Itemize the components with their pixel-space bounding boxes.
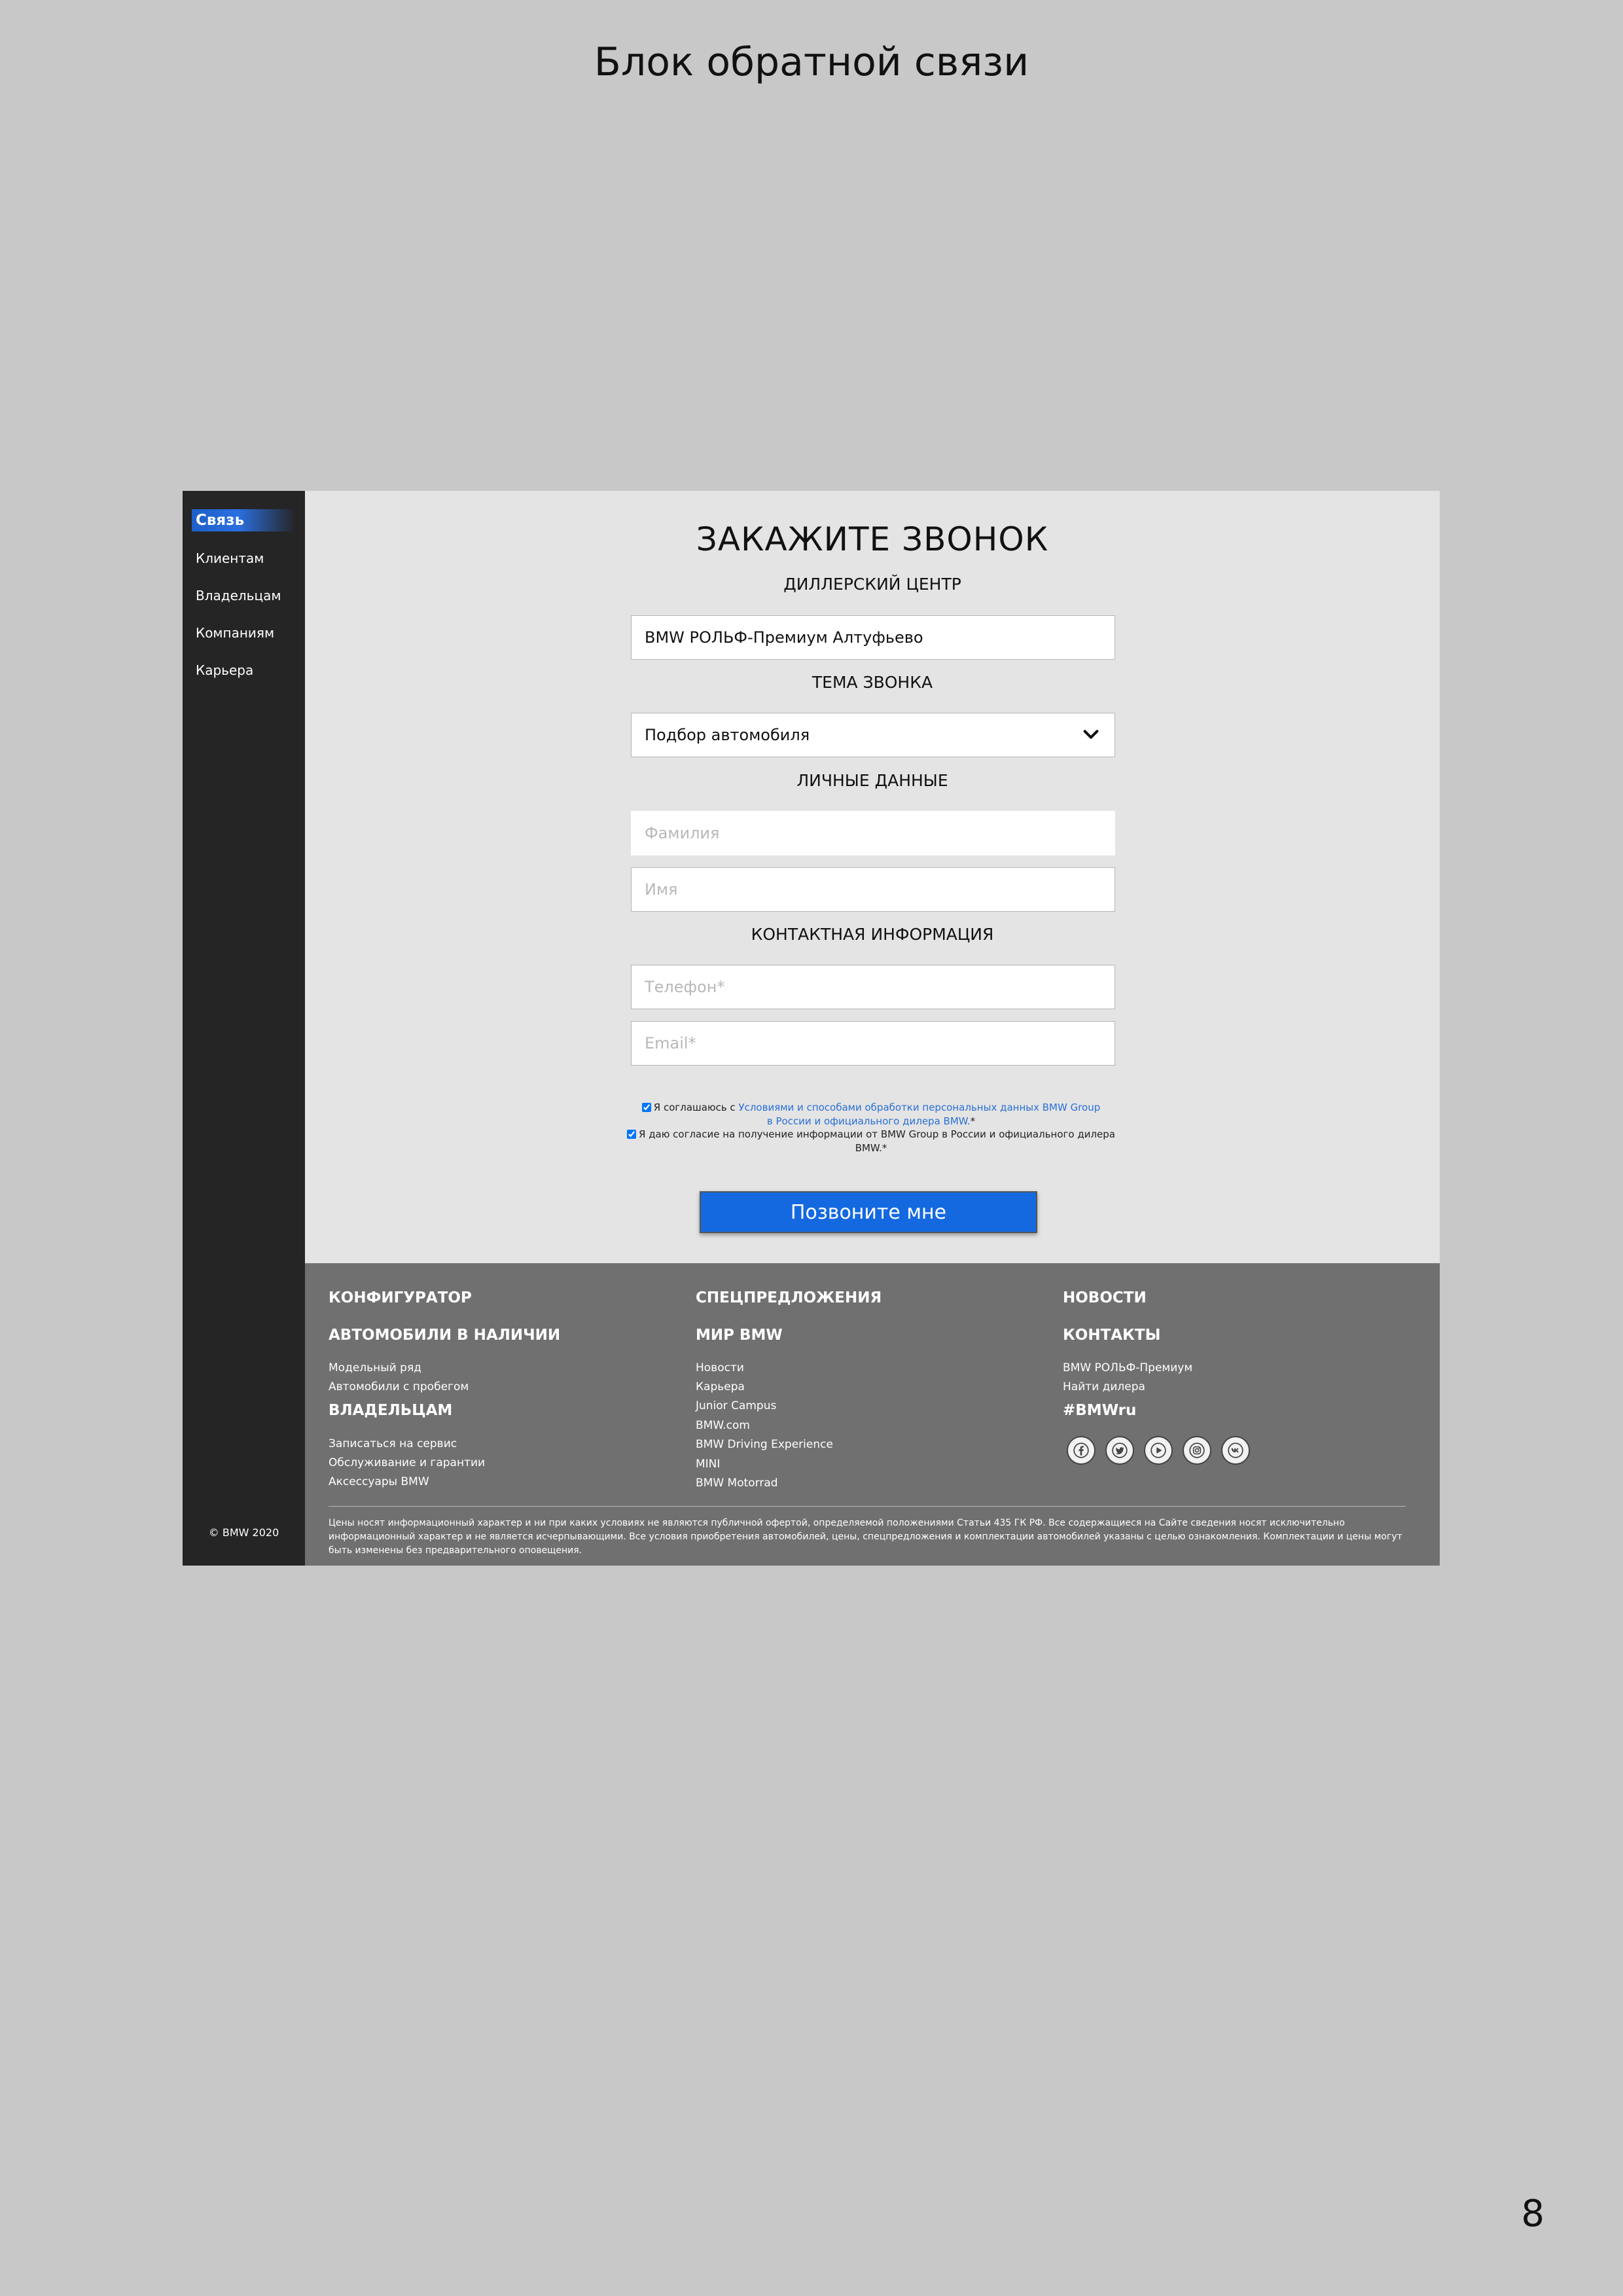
- footer-link-junior-campus[interactable]: Junior Campus: [696, 1399, 776, 1412]
- footer-link-news[interactable]: Новости: [696, 1361, 744, 1374]
- footer-bmw-world[interactable]: МИР BMW: [696, 1327, 783, 1344]
- consent1-suffix: *: [970, 1115, 976, 1127]
- twitter-icon[interactable]: [1105, 1436, 1134, 1465]
- name-input[interactable]: [631, 867, 1115, 912]
- instagram-icon[interactable]: [1183, 1436, 1211, 1465]
- footer-link-service-booking[interactable]: Записаться на сервис: [329, 1437, 457, 1450]
- footer-link-maintenance[interactable]: Обслуживание и гарантии: [329, 1456, 485, 1469]
- footer-link-bmw-com[interactable]: BMW.com: [696, 1419, 750, 1432]
- facebook-icon[interactable]: [1067, 1436, 1096, 1465]
- footer-link-driving-experience[interactable]: BMW Driving Experience: [696, 1438, 833, 1451]
- sidebar-item-companies[interactable]: Компаниям: [196, 623, 274, 643]
- footer-configurator[interactable]: КОНФИГУРАТОР: [329, 1289, 472, 1306]
- sidebar-item-contact-active[interactable]: Связь: [192, 509, 295, 531]
- footer-news[interactable]: НОВОСТИ: [1063, 1289, 1147, 1306]
- footer-link-dealer-rolf[interactable]: BMW РОЛЬФ-Премиум: [1063, 1361, 1192, 1374]
- sidebar: Связь Клиентам Владельцам Компаниям Карь…: [183, 491, 305, 1566]
- consent1-prefix: Я соглашаюсь с: [653, 1102, 739, 1113]
- consent2-text: Я даю согласие на получение информации о…: [639, 1128, 1115, 1140]
- footer-special-offers[interactable]: СПЕЦПРЕДЛОЖЕНИЯ: [696, 1289, 882, 1306]
- document-title: Блок обратной связи: [594, 39, 1029, 85]
- topic-select[interactable]: Подбор автомобиля: [631, 713, 1115, 757]
- topic-select-value: Подбор автомобиля: [645, 726, 810, 744]
- consent1-terms-link-cont[interactable]: в России и официального дилера BMW.: [767, 1115, 971, 1127]
- footer-link-find-dealer[interactable]: Найти дилера: [1063, 1380, 1145, 1393]
- footer-contacts[interactable]: КОНТАКТЫ: [1063, 1327, 1160, 1344]
- call-me-button[interactable]: Позвоните мне: [700, 1191, 1037, 1233]
- email-input[interactable]: [631, 1021, 1115, 1066]
- consent1-terms-link[interactable]: Условиями и способами обработки персонал…: [738, 1102, 1100, 1113]
- consent-personal-data: Я соглашаюсь с Условиями и способами обр…: [619, 1101, 1123, 1128]
- footer-disclaimer: Цены носят информационный характер и ни …: [329, 1518, 1402, 1556]
- callback-form: ЗАКАЖИТЕ ЗВОНОК ДИЛЛЕРСКИЙ ЦЕНТР BMW РОЛ…: [305, 491, 1440, 1263]
- footer-link-model-range[interactable]: Модельный ряд: [329, 1361, 421, 1374]
- phone-input[interactable]: [631, 965, 1115, 1009]
- dealer-label: ДИЛЛЕРСКИЙ ЦЕНТР: [783, 575, 961, 594]
- site-footer: КОНФИГУРАТОР АВТОМОБИЛИ В НАЛИЧИИ Модель…: [305, 1263, 1440, 1566]
- footer-divider: [329, 1506, 1406, 1507]
- consent-marketing: Я даю согласие на получение информации о…: [619, 1128, 1123, 1155]
- chevron-down-icon: [1083, 730, 1099, 739]
- page-number: 8: [1521, 2193, 1544, 2235]
- footer-link-used-cars[interactable]: Автомобили с пробегом: [329, 1380, 469, 1393]
- footer-link-accessories[interactable]: Аксессуары BMW: [329, 1475, 429, 1488]
- sidebar-item-owners[interactable]: Владельцам: [196, 586, 281, 605]
- personal-label: ЛИЧНЫЕ ДАННЫЕ: [796, 771, 948, 790]
- footer-link-motorrad[interactable]: BMW Motorrad: [696, 1477, 778, 1490]
- youtube-icon[interactable]: [1144, 1436, 1173, 1465]
- dealer-field[interactable]: BMW РОЛЬФ-Премиум Алтуфьево: [631, 615, 1115, 660]
- footer-owners[interactable]: ВЛАДЕЛЬЦАМ: [329, 1402, 452, 1419]
- consent-marketing-checkbox[interactable]: [627, 1130, 636, 1139]
- sidebar-item-clients[interactable]: Клиентам: [196, 548, 264, 568]
- copyright: © BMW 2020: [208, 1526, 279, 1539]
- consent-personal-data-checkbox[interactable]: [641, 1103, 651, 1112]
- topic-label: ТЕМА ЗВОНКА: [812, 673, 933, 692]
- contact-label: КОНТАКТНАЯ ИНФОРМАЦИЯ: [751, 925, 994, 944]
- bmw-page-mockup: Связь Клиентам Владельцам Компаниям Карь…: [183, 491, 1440, 1566]
- form-title: ЗАКАЖИТЕ ЗВОНОК: [696, 520, 1049, 558]
- consent2-text-cont: BMW.*: [855, 1142, 887, 1154]
- footer-link-mini[interactable]: MINI: [696, 1458, 720, 1471]
- footer-link-career[interactable]: Карьера: [696, 1380, 745, 1393]
- sidebar-item-career[interactable]: Карьера: [196, 660, 253, 680]
- surname-input[interactable]: [631, 811, 1115, 855]
- vk-icon[interactable]: [1221, 1436, 1250, 1465]
- footer-hashtag: #BMWru: [1063, 1402, 1137, 1419]
- footer-cars-in-stock[interactable]: АВТОМОБИЛИ В НАЛИЧИИ: [329, 1327, 560, 1344]
